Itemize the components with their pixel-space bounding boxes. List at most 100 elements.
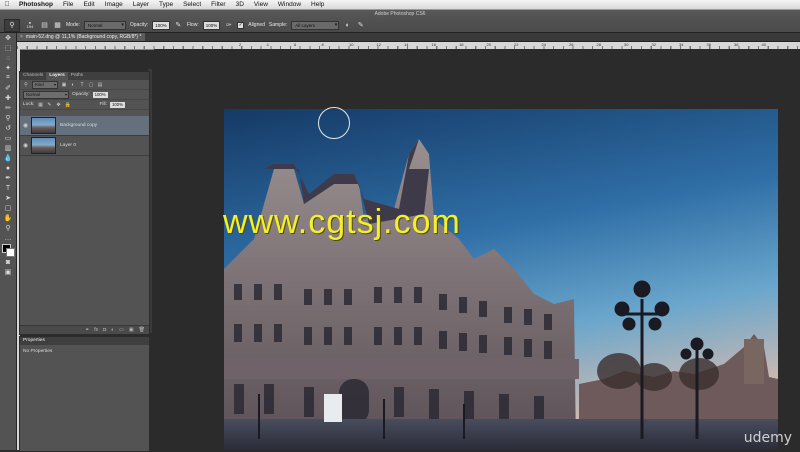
link-layers-icon[interactable]: ⚭	[85, 327, 89, 333]
brush-tool-icon[interactable]: ✏	[0, 103, 16, 113]
tool-preset-picker[interactable]: ⚲	[4, 18, 20, 32]
menu-filter[interactable]: Filter	[206, 0, 230, 9]
clone-stamp-icon: ⚲	[9, 22, 15, 29]
pen-tool-icon[interactable]: ✒	[0, 173, 16, 183]
brush-panel-icon[interactable]: ▤	[40, 21, 49, 30]
new-layer-icon[interactable]: ▣	[129, 327, 134, 333]
tab-channels[interactable]: Channels	[20, 72, 46, 80]
layer-row-layer-0[interactable]: ◉ Layer 0	[20, 136, 149, 156]
mode-label: Mode:	[66, 22, 80, 28]
menu-layer[interactable]: Layer	[128, 0, 154, 9]
path-select-tool-icon[interactable]: ➤	[0, 193, 16, 203]
brush-size-value: 194	[26, 24, 34, 29]
layer-thumbnail	[31, 137, 56, 154]
document-image[interactable]	[224, 109, 778, 450]
menu-app-photoshop[interactable]: Photoshop	[14, 0, 58, 9]
visibility-eye-icon[interactable]: ◉	[20, 142, 31, 149]
eraser-tool-icon[interactable]: ▭	[0, 133, 16, 143]
filter-pixel-icon[interactable]: ▣	[61, 82, 67, 88]
type-tool-icon[interactable]: T	[0, 183, 16, 193]
mode-select[interactable]: Normal	[83, 20, 126, 30]
layer-opacity-input[interactable]: 100%	[92, 91, 108, 98]
filter-smart-object-icon[interactable]: ▤	[97, 82, 103, 88]
pressure-size-icon[interactable]: ✎	[356, 21, 365, 30]
kind-filter-select[interactable]: Kind	[32, 80, 58, 89]
lasso-tool-icon[interactable]: ◌	[0, 53, 16, 63]
pressure-opacity-icon[interactable]: ✎	[174, 21, 183, 30]
ruler-number: 38	[734, 42, 739, 47]
menu-type[interactable]: Type	[154, 0, 178, 9]
shape-tool-icon[interactable]: ▢	[0, 203, 16, 213]
opacity-label: Opacity:	[129, 22, 149, 28]
opacity-input[interactable]: 100%	[152, 20, 170, 30]
canvas-area[interactable]	[154, 49, 800, 450]
properties-empty-text: No Properties	[23, 349, 53, 354]
menu-select[interactable]: Select	[178, 0, 206, 9]
fill-input[interactable]: 100%	[109, 101, 125, 108]
blend-mode-select[interactable]: Normal	[23, 90, 69, 99]
lock-position-icon[interactable]: ✥	[55, 102, 61, 108]
lock-pixels-icon[interactable]: ✎	[46, 102, 52, 108]
layer-name: Layer 0	[60, 143, 76, 148]
ruler-number: 36	[706, 42, 711, 47]
menu-3d[interactable]: 3D	[231, 0, 249, 9]
sample-select[interactable]: All Layers	[291, 20, 340, 30]
properties-tab[interactable]: Properties	[20, 337, 149, 345]
blur-tool-icon[interactable]: 💧	[0, 153, 16, 163]
lock-transparency-icon[interactable]: ▦	[37, 102, 43, 108]
delete-layer-icon[interactable]: 🗑	[139, 327, 145, 333]
tab-layers[interactable]: Layers	[46, 72, 68, 80]
filter-shape-icon[interactable]: ▢	[88, 82, 94, 88]
window-title: Adobe Photoshop CS6	[374, 11, 426, 17]
add-mask-icon[interactable]: ◘	[103, 327, 106, 333]
color-swatches[interactable]	[0, 243, 16, 257]
menu-file[interactable]: File	[58, 0, 78, 9]
menu-image[interactable]: Image	[100, 0, 128, 9]
menu-view[interactable]: View	[249, 0, 273, 9]
new-group-icon[interactable]: ▭	[119, 327, 124, 333]
screen-mode-icon[interactable]: ▣	[0, 267, 16, 277]
healing-tool-icon[interactable]: ✚	[0, 93, 16, 103]
clone-stamp-tool-icon[interactable]: ⚲	[0, 113, 16, 123]
new-adjustment-icon[interactable]: ◐	[111, 327, 114, 333]
document-tab[interactable]: × main-52.dng @ 11,1% (Background copy, R…	[17, 33, 145, 41]
brush-preset-picker[interactable]: ● 194	[24, 20, 36, 31]
lock-row: Lock: ▦ ✎ ✥ 🔒 Fill: 100%	[20, 100, 149, 110]
close-tab-icon[interactable]: ×	[20, 34, 23, 40]
lock-label: Lock:	[23, 102, 35, 107]
lock-all-icon[interactable]: 🔒	[64, 102, 70, 108]
dodge-tool-icon[interactable]: ●	[0, 163, 16, 173]
quick-mask-icon[interactable]: ◙	[0, 257, 16, 267]
apple-icon[interactable]: 	[0, 1, 14, 8]
move-tool-icon[interactable]: ✥	[0, 33, 16, 43]
layer-row-background-copy[interactable]: ◉ Background copy	[20, 116, 149, 136]
ruler-number: 22	[514, 42, 519, 47]
airbrush-icon[interactable]: ✑	[224, 21, 233, 30]
crop-tool-icon[interactable]: ⌗	[0, 73, 16, 83]
menu-help[interactable]: Help	[306, 0, 329, 9]
menu-edit[interactable]: Edit	[78, 0, 99, 9]
tab-paths[interactable]: Paths	[68, 72, 86, 80]
ruler-number: 2	[239, 42, 242, 47]
clone-source-icon[interactable]: ▦	[53, 21, 62, 30]
layers-panel-tabs: Channels Layers Paths	[20, 72, 149, 80]
eyedropper-tool-icon[interactable]: ✐	[0, 83, 16, 93]
zoom-tool-icon[interactable]: ⚲	[0, 223, 16, 233]
aligned-checkbox[interactable]: ✓	[237, 21, 245, 29]
marquee-tool-icon[interactable]: ⬚	[0, 43, 16, 53]
hand-tool-icon[interactable]: ✋	[0, 213, 16, 223]
filter-adjustment-icon[interactable]: ◐	[70, 82, 76, 88]
layer-style-icon[interactable]: fx	[94, 327, 98, 333]
history-brush-tool-icon[interactable]: ↺	[0, 123, 16, 133]
ruler-number: 34	[679, 42, 684, 47]
quick-select-tool-icon[interactable]: ✦	[0, 63, 16, 73]
background-color-swatch[interactable]	[6, 248, 15, 257]
visibility-eye-icon[interactable]: ◉	[20, 122, 31, 129]
menu-window[interactable]: Window	[273, 0, 306, 9]
filter-type-icon[interactable]: T	[79, 82, 85, 88]
flow-input[interactable]: 100%	[202, 20, 221, 30]
gradient-tool-icon[interactable]: ▥	[0, 143, 16, 153]
more-tools-icon[interactable]: …	[0, 233, 16, 243]
ignore-adjustment-icon[interactable]: ◐	[343, 21, 352, 30]
ruler-number: 32	[651, 42, 656, 47]
